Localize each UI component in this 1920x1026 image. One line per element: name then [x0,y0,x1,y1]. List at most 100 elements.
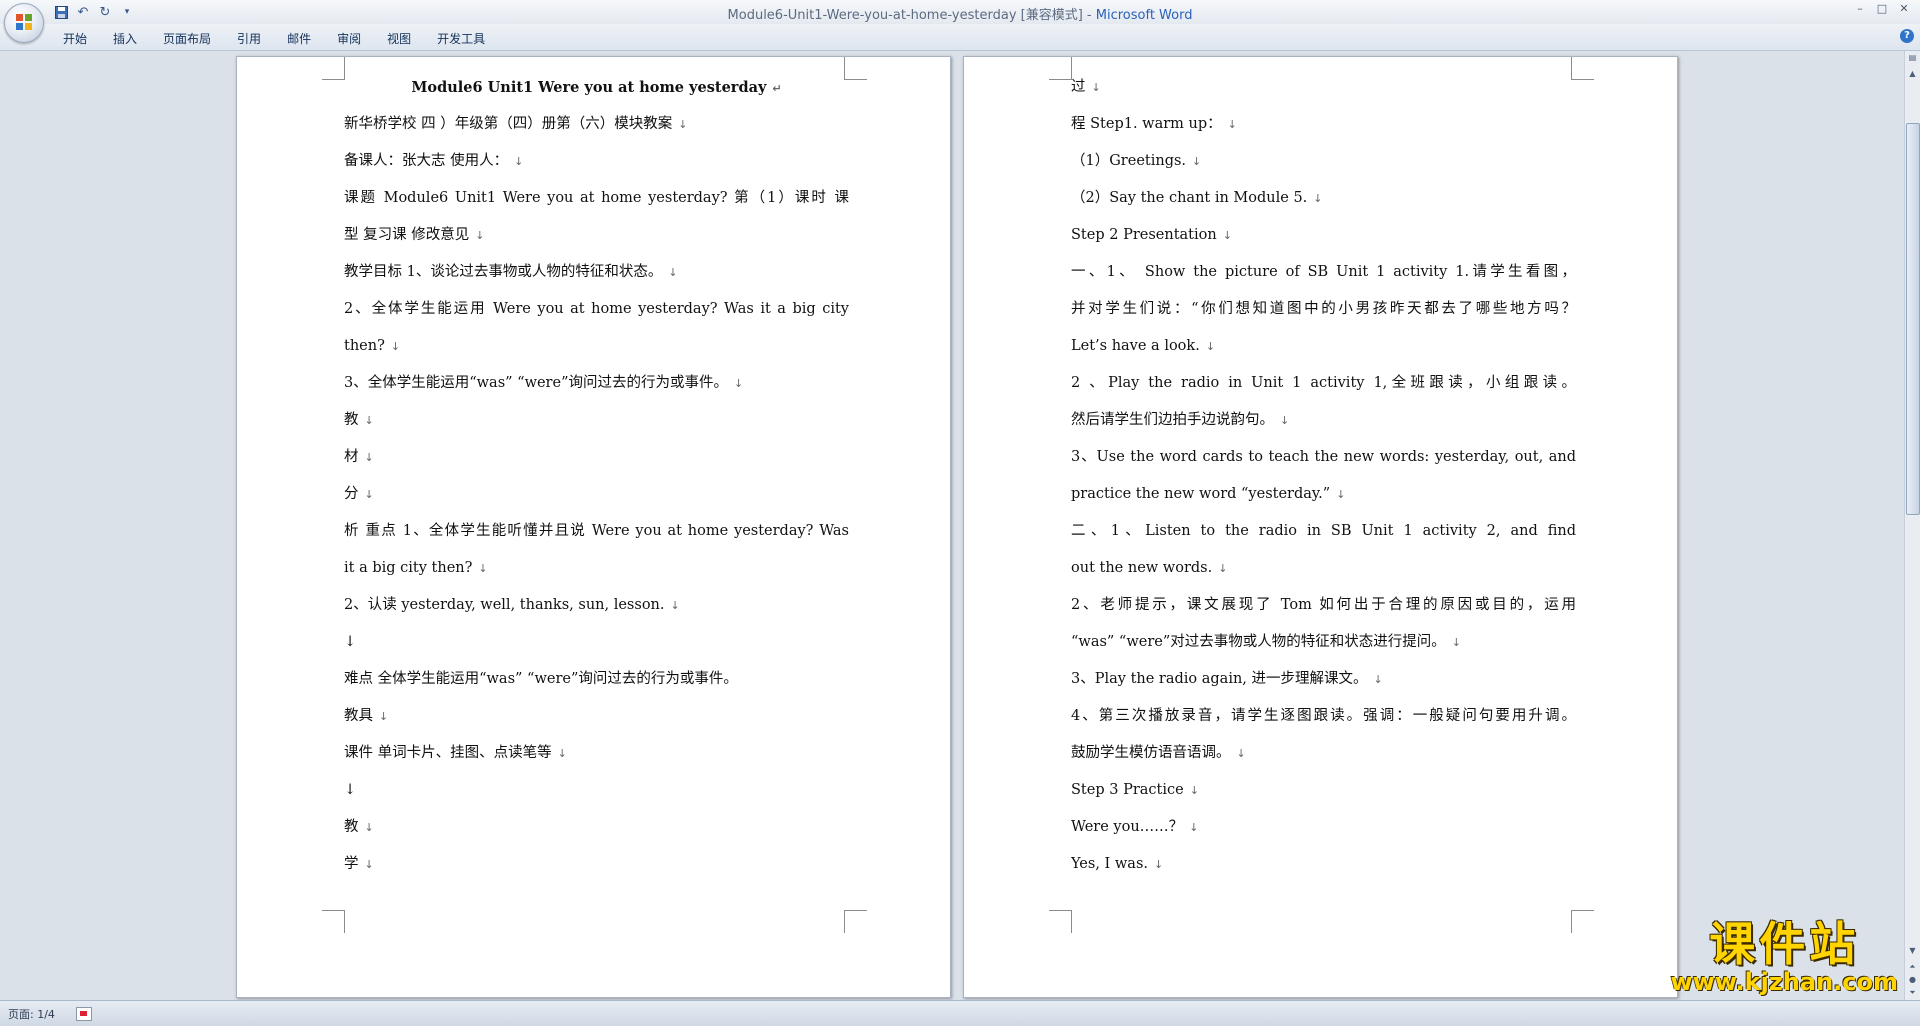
ribbon-tab[interactable]: 页面布局 [150,28,224,49]
proofing-status-icon[interactable] [76,1007,92,1021]
page-2-text: 过 ↓ 程 Step1. warm up： ↓ （1）Greetings. ↓ （2）Say… [1071,69,1576,883]
text-line[interactable]: 2、认读 yesterday, well, thanks, sun, lesso… [344,587,849,624]
paragraph-mark-icon: ↓ [1236,747,1246,760]
text-line[interactable]: Let’s have a look. ↓ [1071,328,1576,365]
text-line[interactable]: then? ↓ [344,328,849,365]
paragraph-mark-icon: ↵ [772,82,782,95]
paragraph-mark-icon: ↓ [1189,784,1199,797]
line-text: 型 复习课 修改意见 [344,227,470,243]
line-text: 二、1、Listen to the radio in SB Unit 1 act… [1071,523,1576,539]
close-button[interactable]: ✕ [1894,2,1914,18]
text-line[interactable]: 教 ↓ [344,402,849,439]
text-line[interactable]: （2）Say the chant in Module 5. ↓ [1071,180,1576,217]
scroll-down-arrow-icon[interactable]: ▼ [1906,944,1919,958]
text-line[interactable]: 3、全体学生能运用“was” “were”询问过去的行为或事件。 ↓ [344,365,849,402]
line-text: 2、老师提示，课文展现了 Tom 如何出于合理的原因或目的，运用 [1071,597,1576,613]
ribbon-tab[interactable]: 审阅 [324,28,374,49]
scroll-up-arrow-icon[interactable]: ▲ [1906,67,1919,81]
text-line[interactable]: Step 2 Presentation ↓ [1071,217,1576,254]
text-line[interactable]: 型 复习课 修改意见 ↓ [344,217,849,254]
line-text: out the new words. [1071,560,1213,576]
line-text: 教具 [344,708,373,724]
text-line[interactable]: 2、老师提示，课文展现了 Tom 如何出于合理的原因或目的，运用 [1071,587,1576,624]
ribbon-tab[interactable]: 插入 [100,28,150,49]
text-line[interactable]: 教 ↓ [344,809,849,846]
line-text: Step 2 Presentation [1071,227,1217,243]
text-line[interactable]: 析 重点 1、全体学生能听懂并且说 Were you at home yeste… [344,513,849,550]
line-text: （2）Say the chant in Module 5. [1071,190,1308,206]
text-line[interactable]: it a big city then? ↓ [344,550,849,587]
text-line[interactable]: 教具 ↓ [344,698,849,735]
text-line[interactable]: 2、全体学生能运用 Were you at home yesterday? Wa… [344,291,849,328]
text-line[interactable]: Yes, I was. ↓ [1071,846,1576,883]
document-page-2[interactable]: 过 ↓ 程 Step1. warm up： ↓ （1）Greetings. ↓ （2）Say… [963,56,1678,998]
text-line[interactable]: 新华桥学校 四 ）年级第（四）册第（六）模块教案 ↓ [344,106,849,143]
text-line[interactable]: 一、1、 Show the picture of SB Unit 1 activ… [1071,254,1576,291]
paragraph-mark-icon: ↓ [364,858,374,871]
select-browse-object-icon[interactable]: ● [1906,973,1919,987]
previous-page-icon[interactable]: ⏶ [1906,960,1919,974]
text-line[interactable]: 3、Use the word cards to teach the new wo… [1071,439,1576,476]
text-line[interactable]: 学 ↓ [344,846,849,883]
ribbon-tab[interactable]: 引用 [224,28,274,49]
text-line[interactable]: 课件 单词卡片、挂图、点读笔等 ↓ [344,735,849,772]
text-line[interactable]: “was” “were”对过去事物或人物的特征和状态进行提问。 ↓ [1071,624,1576,661]
scrollbar-thumb[interactable] [1906,123,1920,515]
text-line[interactable]: 分 ↓ [344,476,849,513]
line-text: 3、全体学生能运用“was” “were”询问过去的行为或事件。 [344,375,728,391]
document-title: Module6-Unit1-Were-you-at-home-yesterday… [727,8,1096,23]
minimize-button[interactable]: – [1850,2,1870,18]
text-line[interactable]: 然后请学生们边拍手边说韵句。 ↓ [1071,402,1576,439]
vertical-scrollbar[interactable]: ▤ ▲ ▼ ⏶ ● ⏷ [1904,51,1920,1000]
text-line[interactable]: 难点 全体学生能运用“was” “were”询问过去的行为或事件。 [344,661,849,698]
paragraph-mark-icon: ↓ [364,821,374,834]
text-line[interactable]: 并对学生们说：“你们想知道图中的小男孩昨天都去了哪些地方吗？ [1071,291,1576,328]
help-icon[interactable]: ? [1900,29,1914,43]
paragraph-mark-icon: ↓ [1205,340,1216,353]
paragraph-mark-icon: ↓ [390,340,401,353]
paragraph-mark-icon: ↓ [1227,118,1237,131]
page-count-status[interactable]: 页面: 1/4 [8,1006,55,1022]
paragraph-mark-icon: ↓ [670,599,680,612]
text-line[interactable]: 2 、Play the radio in Unit 1 activity 1,全… [1071,365,1576,402]
text-line[interactable]: 3、Play the radio again, 进一步理解课文。 ↓ [1071,661,1576,698]
crop-mark [1049,57,1072,80]
document-page-1[interactable]: Module6 Unit1 Were you at home yesterday… [236,56,951,998]
paragraph-mark-icon: ↓ [1451,636,1461,649]
text-line[interactable]: practice the new word “yesterday.” ↓ [1071,476,1576,513]
text-line[interactable]: Step 3 Practice ↓ [1071,772,1576,809]
text-line[interactable]: 材 ↓ [344,439,849,476]
next-page-icon[interactable]: ⏷ [1906,986,1919,1000]
text-line[interactable]: out the new words. ↓ [1071,550,1576,587]
office-button[interactable] [4,3,44,43]
text-line[interactable]: Module6 Unit1 Were you at home yesterday… [344,69,849,106]
text-line[interactable]: 过 ↓ [1071,69,1576,106]
line-text: it a big city then? [344,560,473,576]
ribbon-tab[interactable]: 开发工具 [424,28,498,49]
ribbon-tab[interactable]: 邮件 [274,28,324,49]
text-line[interactable]: 鼓励学生模仿语音语调。 ↓ [1071,735,1576,772]
text-line[interactable]: 备课人：张大志 使用人： ↓ [344,143,849,180]
ribbon-tabs: 开始 插入 页面布局 引用 邮件 审阅 视图 开发工具 [50,28,498,49]
paragraph-mark-icon: ↓ [364,451,374,464]
text-line[interactable]: 程 Step1. warm up： ↓ [1071,106,1576,143]
paragraph-mark-icon: ↓ [1218,562,1228,575]
text-line[interactable]: Were you……？ ↓ [1071,809,1576,846]
paragraph-mark-icon: ↓ [1313,192,1323,205]
maximize-button[interactable]: □ [1872,2,1892,18]
text-line[interactable]: 教学目标 1、谈论过去事物或人物的特征和状态。 ↓ [344,254,849,291]
line-text: 程 Step1. warm up： [1071,116,1222,132]
line-text: （1）Greetings. [1071,153,1187,169]
text-line[interactable]: ↓ [344,772,849,809]
text-line[interactable]: 4、第三次播放录音，请学生逐图跟读。强调：一般疑问句要用升调。 [1071,698,1576,735]
paragraph-mark-icon: ↓ [364,488,374,501]
page-1-text: Module6 Unit1 Were you at home yesterday… [344,69,849,883]
text-line[interactable]: （1）Greetings. ↓ [1071,143,1576,180]
paragraph-mark-icon: ↓ [1189,821,1199,834]
text-line[interactable]: ↓ [344,624,849,661]
ruler-toggle-icon[interactable]: ▤ [1906,51,1919,65]
ribbon-tab[interactable]: 开始 [50,28,100,49]
text-line[interactable]: 二、1、Listen to the radio in SB Unit 1 act… [1071,513,1576,550]
ribbon-tab[interactable]: 视图 [374,28,424,49]
text-line[interactable]: 课题 Module6 Unit1 Were you at home yester… [344,180,849,217]
